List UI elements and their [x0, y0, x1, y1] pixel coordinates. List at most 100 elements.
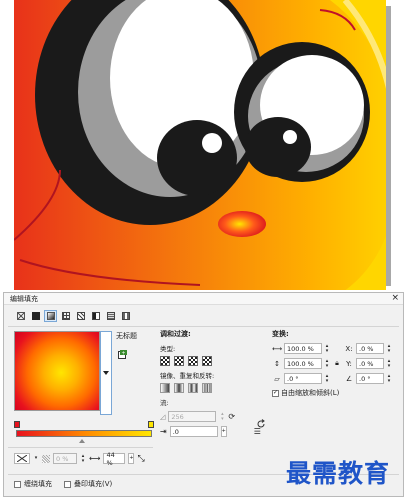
- transparency-input[interactable]: 0 %: [53, 453, 77, 464]
- no-fill-icon: [16, 312, 25, 320]
- conical-fountain-icon[interactable]: [188, 356, 198, 366]
- default-fountain-icon[interactable]: [160, 383, 170, 393]
- steps-label: 流:: [160, 399, 169, 407]
- steps-icon: ◿: [160, 412, 166, 421]
- node-color-icon: [17, 455, 27, 462]
- skew-stepper[interactable]: ▴ ▾: [324, 373, 330, 384]
- divider: [8, 447, 153, 448]
- transform-row-3: ▱ .0 ° ▴ ▾ ∠ .0 ° ▴ ▾: [272, 373, 402, 384]
- node-color-picker[interactable]: [14, 453, 30, 464]
- node-color-dropdown[interactable]: ▾: [33, 453, 39, 464]
- gradient-midpoint-slider[interactable]: [79, 439, 85, 443]
- fill-height-input[interactable]: 100.0 %: [284, 358, 322, 369]
- steps-lock-icon[interactable]: ⟳: [228, 412, 235, 421]
- transform-row-1: ⟷ 100.0 % ▴ ▾ X: .0 % ▴ ▾: [272, 343, 402, 354]
- fill-preview[interactable]: [14, 331, 100, 411]
- x-position-label: X:: [345, 344, 353, 353]
- height-icon: ↕: [274, 359, 280, 368]
- uniform-fill-button[interactable]: [29, 310, 42, 322]
- overprint-fill-checkbox[interactable]: [64, 480, 71, 488]
- fill-height-stepper[interactable]: ▴ ▾: [324, 358, 330, 369]
- position-icon: ⟷: [89, 454, 101, 463]
- node-position-input[interactable]: 44 %: [103, 451, 126, 467]
- repeat-mirror-icon[interactable]: [188, 383, 198, 393]
- free-scale-label: 自由缩放和倾斜(L): [281, 389, 340, 397]
- fill-y-input[interactable]: .0 %: [356, 358, 384, 369]
- y-position-label: Y:: [346, 359, 352, 368]
- chevron-down-icon: [103, 371, 109, 375]
- blend-section-title: 调和过渡:: [160, 330, 191, 338]
- fill-width-input[interactable]: 100.0 %: [284, 343, 322, 354]
- steps-input[interactable]: 256: [168, 411, 217, 422]
- gradient-start-node[interactable]: [14, 421, 20, 428]
- acceleration-input[interactable]: .0: [169, 426, 218, 437]
- overprint-fill-option[interactable]: 叠印填充(V): [64, 479, 112, 489]
- vector-pattern-fill-button[interactable]: [59, 310, 72, 322]
- overprint-fill-label: 叠印填充(V): [74, 480, 113, 488]
- linear-fountain-icon[interactable]: [160, 356, 170, 366]
- dialog-title-bar: 编辑填充 ×: [4, 293, 403, 305]
- postscript-fill-button[interactable]: [119, 310, 132, 322]
- bitmap-pattern-icon: [76, 312, 85, 320]
- node-properties-row: ▾ 0 % ▴ ▾ ⟷ 44 % + ⤡: [14, 451, 145, 467]
- blend-type-buttons: [160, 356, 270, 366]
- two-color-pattern-icon: [91, 312, 100, 320]
- width-icon: ⟷: [272, 344, 283, 353]
- save-fill-icon[interactable]: +: [118, 350, 127, 359]
- transparency-icon: [42, 454, 50, 463]
- mirror-repeat-buttons: [160, 383, 270, 393]
- repeat-icon[interactable]: [202, 383, 212, 393]
- transform-row-2: ↕ 100.0 % ▴ ▾ 🔒︎ Y: .0 % ▴ ▾: [272, 358, 402, 369]
- reverse-fill-icon[interactable]: [256, 419, 266, 429]
- wrap-fill-option[interactable]: 缠绕填充: [14, 479, 52, 489]
- free-scale-checkbox[interactable]: ✓: [272, 389, 279, 397]
- blend-transition-section: 调和过渡: 类型: 镜像、重复和反转: 流: ◿ 256 ▴ ▾ ⟳ ⇥ .0 …: [160, 329, 270, 437]
- bitmap-pattern-fill-button[interactable]: [74, 310, 87, 322]
- gradient-end-node[interactable]: [148, 421, 154, 428]
- wrap-fill-checkbox[interactable]: [14, 480, 21, 488]
- svg-text:+: +: [121, 350, 125, 356]
- node-position-stepper[interactable]: +: [128, 453, 135, 464]
- fill-width-stepper[interactable]: ▴ ▾: [324, 343, 330, 354]
- fill-y-stepper[interactable]: ▴ ▾: [386, 358, 392, 369]
- divider: [8, 326, 399, 327]
- fill-x-stepper[interactable]: ▴ ▾: [386, 343, 392, 354]
- mirror-fountain-icon[interactable]: [174, 383, 184, 393]
- close-icon[interactable]: ×: [391, 294, 399, 303]
- wrap-fill-label: 缠绕填充: [24, 480, 52, 488]
- rotate-stepper[interactable]: ▴ ▾: [386, 373, 392, 384]
- acceleration-row: ⇥ .0 + ☰: [160, 426, 270, 437]
- uniform-fill-icon: [31, 312, 40, 320]
- fill-x-input[interactable]: .0 %: [356, 343, 384, 354]
- acceleration-icon: ⇥: [160, 427, 167, 436]
- fountain-fill-button[interactable]: [44, 310, 57, 322]
- vector-pattern-icon: [61, 312, 70, 320]
- no-fill-button[interactable]: [14, 310, 27, 322]
- transform-section-title: 变换:: [272, 330, 289, 338]
- fountain-fill-icon: [46, 312, 55, 320]
- skew-icon: ▱: [274, 374, 280, 383]
- dialog-footer: 缠绕填充 叠印填充(V): [14, 479, 112, 489]
- rectangular-fountain-icon[interactable]: [202, 356, 212, 366]
- two-color-pattern-fill-button[interactable]: [89, 310, 102, 322]
- free-scale-checkbox-row[interactable]: ✓ 自由缩放和倾斜(L): [272, 388, 402, 398]
- rotate-icon: ∠: [345, 374, 353, 383]
- fill-picker-dropdown[interactable]: [100, 331, 112, 415]
- skew-input[interactable]: .0 °: [284, 373, 322, 384]
- drawing-canvas[interactable]: [0, 0, 409, 290]
- fill-name-label: 无标题: [116, 332, 137, 340]
- elliptical-fountain-icon[interactable]: [174, 356, 184, 366]
- steps-row: ◿ 256 ▴ ▾ ⟳: [160, 411, 270, 422]
- reverse-icon[interactable]: ⤡: [137, 454, 144, 464]
- cartoon-face-artwork: [14, 0, 391, 290]
- lock-ratio-icon[interactable]: 🔒︎: [332, 359, 342, 368]
- steps-stepper[interactable]: ▴ ▾: [219, 411, 225, 422]
- rotate-input[interactable]: .0 °: [356, 373, 384, 384]
- texture-fill-button[interactable]: [104, 310, 117, 322]
- transparency-stepper[interactable]: ▴ ▾: [80, 453, 86, 464]
- gradient-bar[interactable]: [16, 430, 152, 437]
- postscript-fill-icon: [121, 312, 130, 320]
- transform-section: 变换: ⟷ 100.0 % ▴ ▾ X: .0 % ▴ ▾ ↕ 100.0 % ▴ ▾…: [272, 329, 402, 398]
- acceleration-stepper[interactable]: +: [220, 426, 227, 437]
- mirror-repeat-label: 镜像、重复和反转:: [160, 372, 215, 380]
